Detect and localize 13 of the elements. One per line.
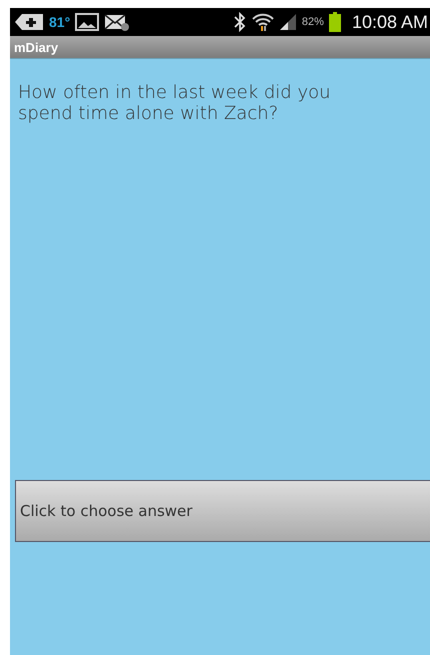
bluetooth-icon xyxy=(232,12,247,32)
image-icon xyxy=(75,13,100,31)
battery-percent: 82% xyxy=(302,16,324,28)
question-text: How often in the last week did you spend time alone with Zach? xyxy=(17,81,332,126)
battery-icon xyxy=(328,12,341,32)
choose-answer-button[interactable]: Click to choose answer xyxy=(15,480,430,542)
envelope-icon xyxy=(104,13,130,31)
signal-icon xyxy=(278,13,297,31)
wifi-icon xyxy=(252,12,274,32)
plus-badge-icon xyxy=(14,13,44,31)
app-title: mDiary xyxy=(14,40,58,54)
temperature-text: 81° xyxy=(49,14,70,30)
clock-time: 10:08 AM xyxy=(352,12,428,32)
